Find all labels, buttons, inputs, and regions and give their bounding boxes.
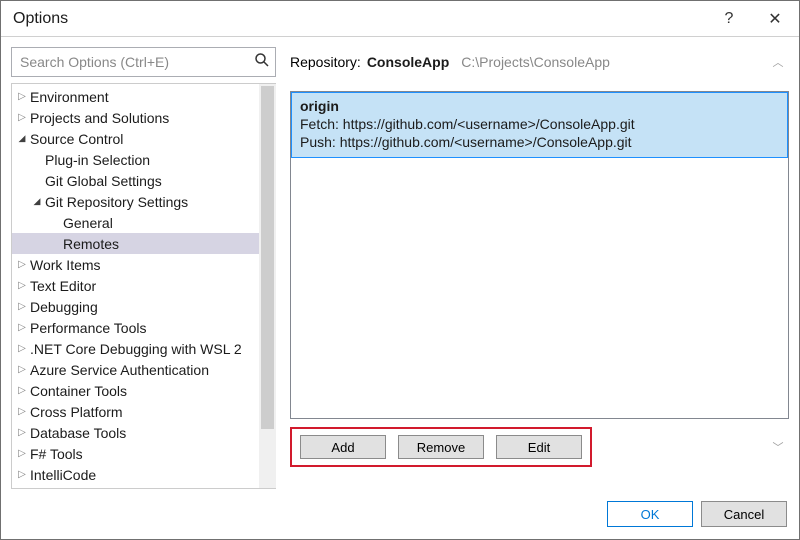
collapsed-arrow-icon[interactable] xyxy=(15,406,29,417)
remove-button[interactable]: Remove xyxy=(398,435,484,459)
collapsed-arrow-icon[interactable] xyxy=(15,91,29,102)
remote-fetch-url: Fetch: https://github.com/<username>/Con… xyxy=(300,115,779,133)
edit-button[interactable]: Edit xyxy=(496,435,582,459)
remotes-list[interactable]: origin Fetch: https://github.com/<userna… xyxy=(290,91,789,419)
collapsed-arrow-icon[interactable] xyxy=(15,364,29,375)
expanded-arrow-icon[interactable] xyxy=(15,133,29,144)
tree-node[interactable]: Cross Platform xyxy=(12,401,259,422)
add-button[interactable]: Add xyxy=(300,435,386,459)
collapsed-arrow-icon[interactable] xyxy=(15,385,29,396)
collapsed-arrow-icon[interactable] xyxy=(15,343,29,354)
tree-node[interactable]: Performance Tools xyxy=(12,317,259,338)
window-title: Options xyxy=(13,10,68,28)
tree-node-label: Environment xyxy=(29,89,109,105)
tree-node[interactable]: Plug-in Selection xyxy=(12,149,259,170)
collapsed-arrow-icon[interactable] xyxy=(15,469,29,480)
left-column: Environment Projects and Solutions Source … xyxy=(11,47,276,489)
tree-node-label: Debugging xyxy=(29,299,98,315)
category-tree[interactable]: Environment Projects and Solutions Source … xyxy=(12,84,259,488)
repository-header: Repository: ConsoleApp C:\Projects\Conso… xyxy=(290,47,789,77)
collapsed-arrow-icon[interactable] xyxy=(15,112,29,123)
collapsed-arrow-icon[interactable] xyxy=(15,301,29,312)
tree-node[interactable]: Projects and Solutions xyxy=(12,107,259,128)
tree-node-label: IntelliCode xyxy=(29,467,96,483)
tree-pane: Environment Projects and Solutions Source … xyxy=(11,83,276,489)
remote-name: origin xyxy=(300,97,779,115)
chevron-down-icon[interactable]: ﹀ xyxy=(767,439,789,455)
collapsed-arrow-icon[interactable] xyxy=(15,280,29,291)
tree-node[interactable]: General xyxy=(12,212,259,233)
collapsed-arrow-icon[interactable] xyxy=(15,259,29,270)
tree-node-label: Source Control xyxy=(29,131,123,147)
remote-item-origin[interactable]: origin Fetch: https://github.com/<userna… xyxy=(291,92,788,158)
tree-node[interactable]: Container Tools xyxy=(12,380,259,401)
tree-node[interactable]: F# Tools xyxy=(12,443,259,464)
dialog-footer: OK Cancel xyxy=(1,489,799,539)
close-button[interactable]: ✕ xyxy=(751,9,799,29)
tree-node[interactable]: Azure Service Authentication xyxy=(12,359,259,380)
tree-node-label: Cross Platform xyxy=(29,404,123,420)
titlebar: Options ? ✕ xyxy=(1,1,799,37)
cancel-button[interactable]: Cancel xyxy=(701,501,787,527)
tree-node-label: Remotes xyxy=(62,236,119,252)
tree-node-label: Azure Service Authentication xyxy=(29,362,209,378)
tree-scrollbar[interactable] xyxy=(259,84,276,488)
tree-node[interactable]: .NET Core Debugging with WSL 2 xyxy=(12,338,259,359)
tree-node-label: Git Global Settings xyxy=(44,173,162,189)
tree-node-label: Git Repository Settings xyxy=(44,194,188,210)
collapsed-arrow-icon[interactable] xyxy=(15,448,29,459)
collapsed-arrow-icon[interactable] xyxy=(15,427,29,438)
tree-node[interactable]: Debugging xyxy=(12,296,259,317)
remote-buttons-highlight: Add Remove Edit xyxy=(290,427,592,467)
tree-node-label: .NET Core Debugging with WSL 2 xyxy=(29,341,242,357)
tree-node[interactable]: Text Editor xyxy=(12,275,259,296)
repository-name: ConsoleApp xyxy=(367,54,449,70)
ok-button[interactable]: OK xyxy=(607,501,693,527)
repository-label: Repository: xyxy=(290,54,361,70)
tree-node-label: Work Items xyxy=(29,257,101,273)
tree-node-label: Performance Tools xyxy=(29,320,146,336)
tree-node-label: Container Tools xyxy=(29,383,127,399)
repository-path: C:\Projects\ConsoleApp xyxy=(461,54,610,70)
tree-node[interactable]: Git Global Settings xyxy=(12,170,259,191)
tree-node[interactable]: IntelliCode xyxy=(12,464,259,485)
help-button[interactable]: ? xyxy=(707,10,751,28)
tree-node-label: Plug-in Selection xyxy=(44,152,150,168)
chevron-up-icon[interactable]: ︿ xyxy=(767,54,789,70)
tree-node-label: Projects and Solutions xyxy=(29,110,169,126)
search-input[interactable] xyxy=(11,47,276,77)
tree-node-label: F# Tools xyxy=(29,446,83,462)
tree-node[interactable]: Database Tools xyxy=(12,422,259,443)
tree-node[interactable]: Source Control xyxy=(12,128,259,149)
tree-node[interactable]: Work Items xyxy=(12,254,259,275)
collapsed-arrow-icon[interactable] xyxy=(15,322,29,333)
tree-node[interactable]: Git Repository Settings xyxy=(12,191,259,212)
options-dialog: Options ? ✕ Environment Projects and Solu… xyxy=(0,0,800,540)
tree-node-label: Database Tools xyxy=(29,425,126,441)
tree-node[interactable]: Environment xyxy=(12,86,259,107)
tree-node-label: Text Editor xyxy=(29,278,96,294)
remote-push-url: Push: https://github.com/<username>/Cons… xyxy=(300,133,779,151)
expanded-arrow-icon[interactable] xyxy=(30,196,44,207)
tree-node-label: General xyxy=(62,215,113,231)
tree-node[interactable]: Remotes xyxy=(12,233,259,254)
right-column: Repository: ConsoleApp C:\Projects\Conso… xyxy=(290,47,789,489)
